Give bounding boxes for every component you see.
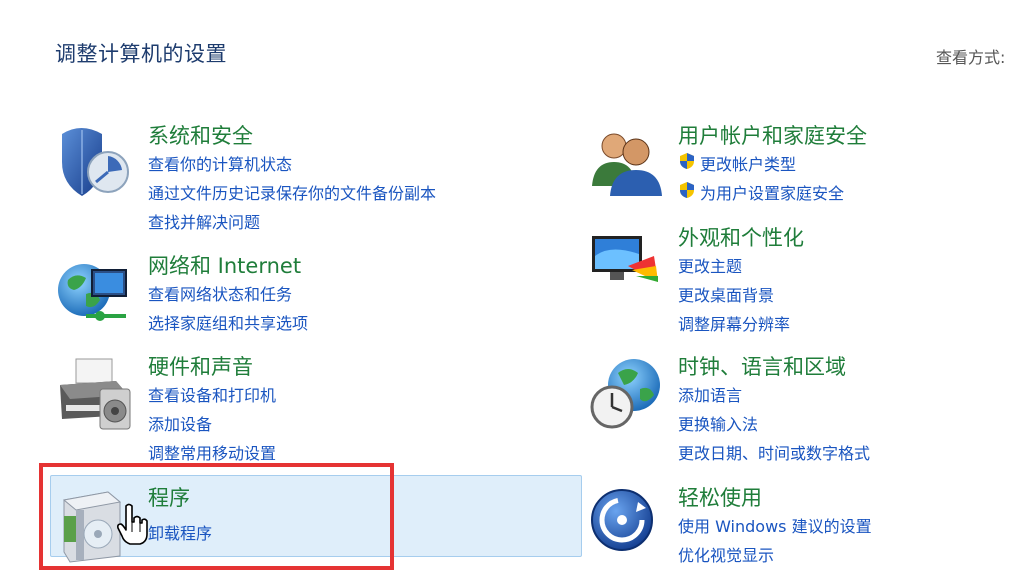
category-title[interactable]: 网络和 Internet	[148, 250, 301, 280]
link-devices-printers[interactable]: 查看设备和打印机	[148, 382, 276, 406]
uac-shield-icon	[680, 153, 694, 169]
link-file-history-backup[interactable]: 通过文件历史记录保存你的文件备份副本	[148, 180, 436, 204]
network-globe-icon	[58, 264, 127, 321]
ease-of-access-icon	[591, 489, 653, 551]
category-title[interactable]: 轻松使用	[678, 482, 762, 512]
view-by-label[interactable]: 查看方式:	[936, 44, 1005, 68]
link-add-device[interactable]: 添加设备	[148, 411, 212, 435]
link-change-account-type[interactable]: 更改帐户类型	[678, 151, 796, 175]
link-label[interactable]: 更改帐户类型	[700, 155, 796, 174]
uac-shield-icon	[680, 182, 694, 198]
category-title[interactable]: 系统和安全	[148, 120, 253, 150]
category-title[interactable]: 用户帐户和家庭安全	[678, 120, 867, 150]
page-title: 调整计算机的设置	[55, 42, 227, 66]
users-icon	[592, 133, 662, 196]
link-change-input-method[interactable]: 更换输入法	[678, 411, 758, 435]
link-view-computer-status[interactable]: 查看你的计算机状态	[148, 151, 292, 175]
link-desktop-background[interactable]: 更改桌面背景	[678, 282, 774, 306]
category-title[interactable]: 硬件和声音	[148, 351, 253, 381]
link-label[interactable]: 为用户设置家庭安全	[700, 184, 844, 203]
link-network-status[interactable]: 查看网络状态和任务	[148, 281, 292, 305]
link-date-time-format[interactable]: 更改日期、时间或数字格式	[678, 440, 870, 464]
red-annotation-box	[39, 463, 394, 570]
category-title[interactable]: 时钟、语言和区域	[678, 351, 846, 381]
link-troubleshoot[interactable]: 查找并解决问题	[148, 209, 260, 233]
link-add-language[interactable]: 添加语言	[678, 382, 742, 406]
clock-globe-icon	[590, 359, 660, 429]
link-homegroup-sharing[interactable]: 选择家庭组和共享选项	[148, 310, 308, 334]
printer-speaker-icon	[60, 358, 131, 430]
link-family-safety[interactable]: 为用户设置家庭安全	[678, 180, 844, 204]
category-title[interactable]: 外观和个性化	[678, 222, 804, 252]
link-mobility-settings[interactable]: 调整常用移动设置	[148, 440, 276, 464]
link-screen-resolution[interactable]: 调整屏幕分辨率	[678, 311, 790, 335]
appearance-monitor-icon	[592, 236, 658, 282]
link-optimize-display[interactable]: 优化视觉显示	[678, 542, 774, 566]
shield-security-icon	[62, 128, 129, 196]
link-recommended-settings[interactable]: 使用 Windows 建议的设置	[678, 513, 872, 537]
link-change-theme[interactable]: 更改主题	[678, 253, 742, 277]
